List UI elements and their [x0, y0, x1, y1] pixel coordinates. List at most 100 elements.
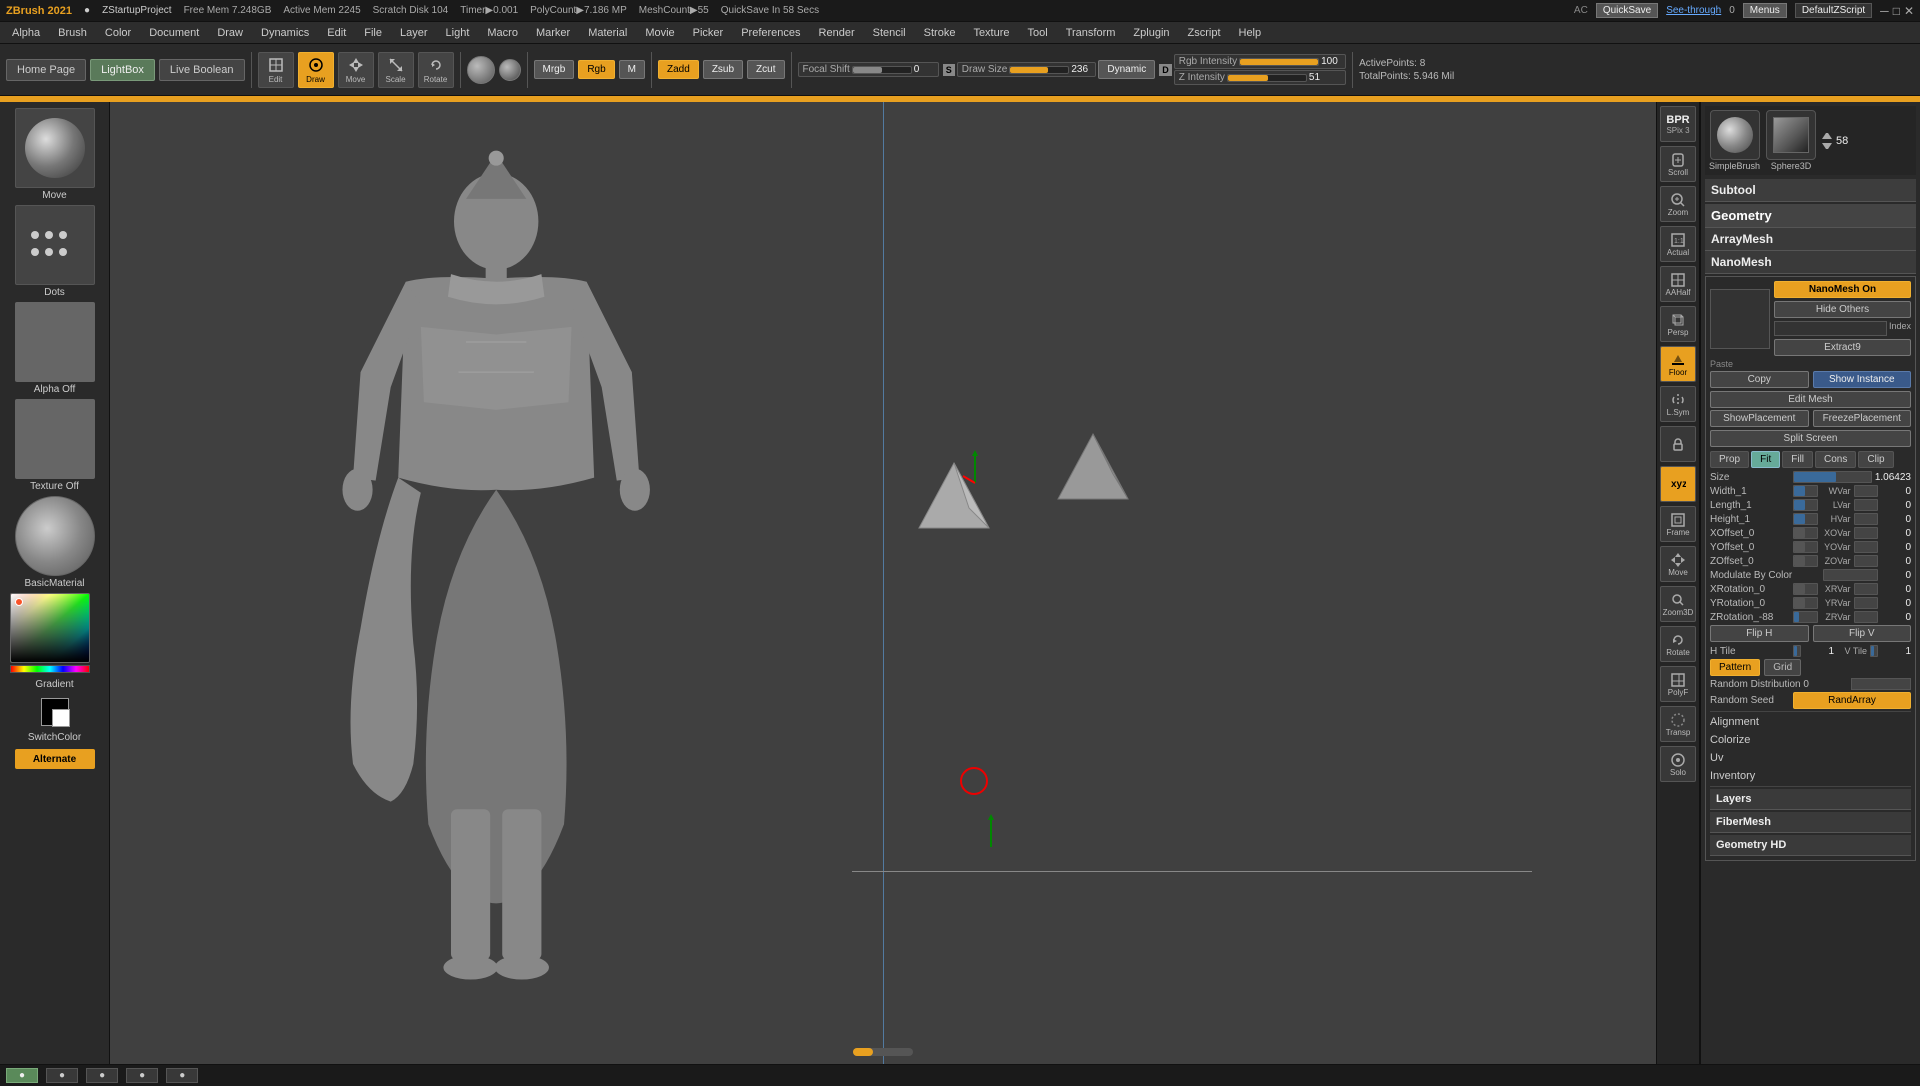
menu-transform[interactable]: Transform — [1058, 25, 1124, 41]
menu-dynamics[interactable]: Dynamics — [253, 25, 317, 41]
menu-file[interactable]: File — [356, 25, 390, 41]
hvar-slider[interactable] — [1854, 513, 1879, 525]
menu-tool[interactable]: Tool — [1020, 25, 1056, 41]
zrvar-slider[interactable] — [1854, 611, 1879, 623]
menu-movie[interactable]: Movie — [637, 25, 682, 41]
aahalf-button[interactable]: AAHalf — [1660, 266, 1696, 302]
bottom-btn-3[interactable]: ● — [86, 1068, 118, 1083]
mrgb-toggle[interactable]: Mrgb — [534, 60, 575, 79]
menu-texture[interactable]: Texture — [965, 25, 1017, 41]
canvas-area[interactable] — [110, 102, 1656, 1064]
simplebr-preset[interactable]: SimpleBrush — [1709, 110, 1760, 171]
pattern-button[interactable]: Pattern — [1710, 659, 1760, 676]
menu-render[interactable]: Render — [811, 25, 863, 41]
clip-tab[interactable]: Clip — [1858, 451, 1893, 468]
live-boolean-button[interactable]: Live Boolean — [159, 59, 245, 81]
menu-edit[interactable]: Edit — [319, 25, 354, 41]
zrotation-slider[interactable] — [1793, 611, 1818, 623]
nanomesh-on-button[interactable]: NanoMesh On — [1774, 281, 1911, 298]
home-page-button[interactable]: Home Page — [6, 59, 86, 81]
menu-light[interactable]: Light — [438, 25, 478, 41]
extract-button[interactable]: Extract9 — [1774, 339, 1911, 356]
zsub-button[interactable]: Zsub — [703, 60, 743, 79]
menu-zscript[interactable]: Zscript — [1180, 25, 1229, 41]
brush-orb-2[interactable] — [499, 59, 521, 81]
show-instance-button[interactable]: Show Instance — [1813, 371, 1912, 388]
menu-zplugin[interactable]: Zplugin — [1125, 25, 1177, 41]
rgb-intensity-bar[interactable] — [1239, 58, 1319, 66]
lsym-button[interactable]: L.Sym — [1660, 386, 1696, 422]
color-picker[interactable] — [10, 593, 100, 673]
edit-tool[interactable]: Edit — [258, 52, 294, 88]
lock-button[interactable] — [1660, 426, 1696, 462]
menu-draw[interactable]: Draw — [209, 25, 251, 41]
transp-button[interactable]: Transp — [1660, 706, 1696, 742]
menu-color[interactable]: Color — [97, 25, 139, 41]
minimize-icon[interactable]: ─ — [1880, 4, 1889, 18]
menu-stencil[interactable]: Stencil — [865, 25, 914, 41]
focal-shift-bar[interactable] — [852, 66, 912, 74]
sphere3d-preset[interactable]: Sphere3D — [1766, 110, 1816, 171]
actual-button[interactable]: 1:1 Actual — [1660, 226, 1696, 262]
menu-help[interactable]: Help — [1231, 25, 1270, 41]
fill-tab[interactable]: Fill — [1782, 451, 1813, 468]
bottom-btn-1[interactable]: ● — [6, 1068, 38, 1083]
switch-colors[interactable] — [41, 698, 69, 726]
frame-button[interactable]: Frame — [1660, 506, 1696, 542]
alpha-thumb[interactable]: Alpha Off — [10, 302, 100, 395]
xoffset-slider[interactable] — [1793, 527, 1818, 539]
yrotation-slider[interactable] — [1793, 597, 1818, 609]
menu-document[interactable]: Document — [141, 25, 207, 41]
uv-row[interactable]: Uv — [1710, 750, 1911, 766]
material-thumb[interactable]: BasicMaterial — [10, 496, 100, 589]
z-intensity-bar[interactable] — [1227, 74, 1307, 82]
random-distribution-slider[interactable] — [1851, 678, 1911, 690]
xovar-slider[interactable] — [1854, 527, 1879, 539]
close-icon[interactable]: ✕ — [1904, 4, 1914, 18]
split-screen-button[interactable]: Split Screen — [1710, 430, 1911, 447]
inventory-row[interactable]: Inventory — [1710, 768, 1911, 784]
xrvar-slider[interactable] — [1854, 583, 1879, 595]
menu-alpha[interactable]: Alpha — [4, 25, 48, 41]
scale-tool[interactable]: Scale — [378, 52, 414, 88]
m-toggle[interactable]: M — [619, 60, 645, 79]
alignment-row[interactable]: Alignment — [1710, 714, 1911, 730]
yoffset-slider[interactable] — [1793, 541, 1818, 553]
zoffset-slider[interactable] — [1793, 555, 1818, 567]
zoom3d-button[interactable]: Zoom3D — [1660, 586, 1696, 622]
menu-material[interactable]: Material — [580, 25, 635, 41]
solo-button[interactable]: Solo — [1660, 746, 1696, 782]
dynamic-button[interactable]: Dynamic — [1098, 60, 1155, 79]
persp-button[interactable]: Persp — [1660, 306, 1696, 342]
menu-stroke[interactable]: Stroke — [916, 25, 964, 41]
maximize-icon[interactable]: □ — [1893, 4, 1900, 18]
menu-picker[interactable]: Picker — [685, 25, 732, 41]
xrotation-slider[interactable] — [1793, 583, 1818, 595]
length-slider[interactable] — [1793, 499, 1818, 511]
bpr-button[interactable]: BPR SPix 3 — [1660, 106, 1696, 142]
menu-preferences[interactable]: Preferences — [733, 25, 808, 41]
bottom-btn-2[interactable]: ● — [46, 1068, 78, 1083]
vtile-slider[interactable] — [1870, 645, 1878, 657]
arraymesh-section[interactable]: ArrayMesh — [1705, 228, 1916, 251]
zoom-button[interactable]: Zoom — [1660, 186, 1696, 222]
flipv-button[interactable]: Flip V — [1813, 625, 1912, 642]
lightbox-button[interactable]: LightBox — [90, 59, 155, 81]
move-icon-button[interactable]: Move — [1660, 546, 1696, 582]
grid-button[interactable]: Grid — [1764, 659, 1801, 676]
draw-size-bar[interactable] — [1009, 66, 1069, 74]
fliph-button[interactable]: Flip H — [1710, 625, 1809, 642]
scroll-button[interactable]: Scroll — [1660, 146, 1696, 182]
xyz-button[interactable]: xyz — [1660, 466, 1696, 502]
dots-brush-item[interactable]: Dots — [10, 205, 100, 298]
bottom-btn-4[interactable]: ● — [126, 1068, 158, 1083]
fibermesh-section[interactable]: FiberMesh — [1710, 812, 1911, 833]
menus-button[interactable]: Menus — [1743, 3, 1787, 18]
script-button[interactable]: DefaultZScript — [1795, 3, 1872, 18]
texture-thumb[interactable]: Texture Off — [10, 399, 100, 492]
menu-layer[interactable]: Layer — [392, 25, 436, 41]
yovar-slider[interactable] — [1854, 541, 1879, 553]
move-brush-item[interactable]: Move — [10, 108, 100, 201]
cons-tab[interactable]: Cons — [1815, 451, 1856, 468]
size-arrows[interactable] — [1822, 133, 1832, 149]
